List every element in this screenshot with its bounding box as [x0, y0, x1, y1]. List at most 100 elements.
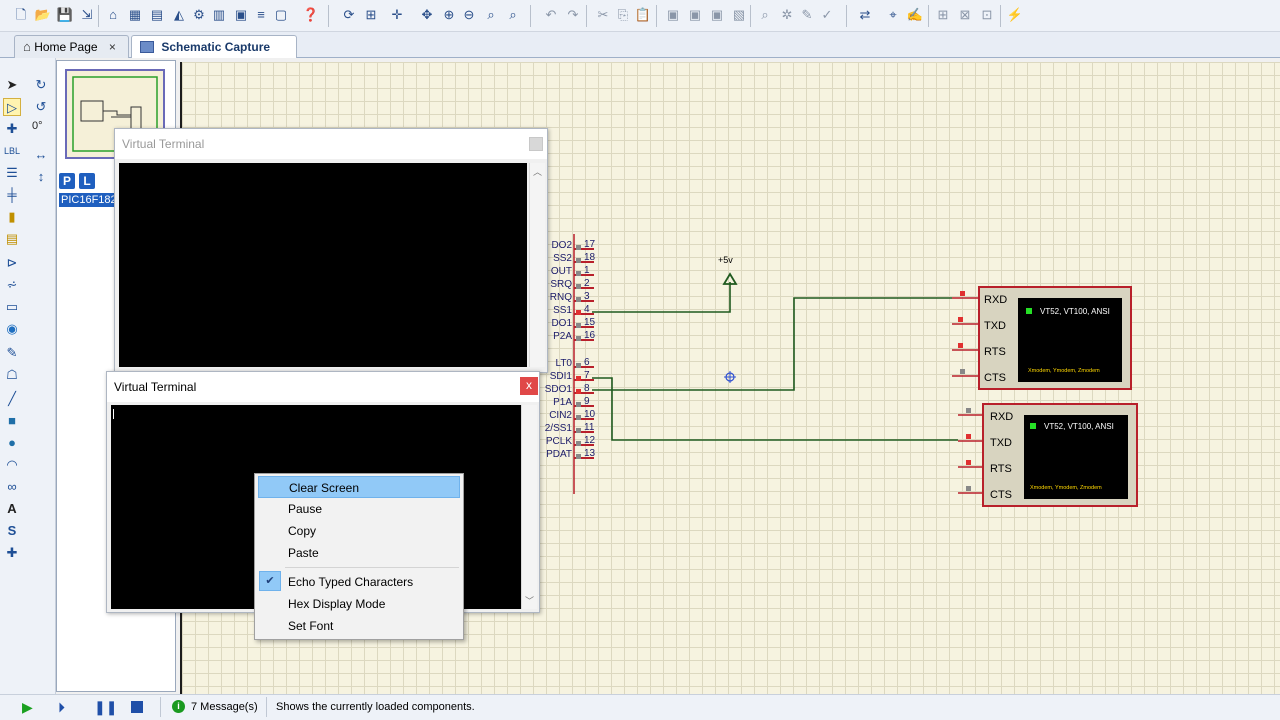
pick-devices-button[interactable]: P: [59, 173, 75, 189]
symbol-icon[interactable]: S: [3, 522, 21, 540]
toolbar-divider: [656, 5, 657, 27]
close-button[interactable]: x: [520, 377, 538, 395]
subcircuit-icon[interactable]: ▮: [3, 208, 21, 226]
home-icon: ⌂: [23, 39, 31, 54]
new-file-icon[interactable]: 🗋: [12, 6, 30, 24]
remove-sheet-icon[interactable]: ⊠: [956, 6, 974, 24]
device-pins-icon[interactable]: ⊳: [3, 254, 21, 272]
exit-to-parent-icon[interactable]: ⊡: [978, 6, 996, 24]
block-rotate-icon[interactable]: ▣: [708, 6, 726, 24]
refresh-icon[interactable]: ⟳: [340, 6, 358, 24]
zoom-in-icon[interactable]: ⊕: [440, 6, 458, 24]
menu-item-paste[interactable]: Paste: [258, 542, 460, 564]
closed-path-icon[interactable]: ∞: [3, 478, 21, 496]
bom-icon[interactable]: ▥: [210, 6, 228, 24]
decompose-icon[interactable]: ✓: [818, 6, 836, 24]
tab-schematic-capture[interactable]: Schematic Capture ×: [131, 35, 297, 76]
menu-item-echo-typed-characters[interactable]: Echo Typed Characters: [258, 571, 460, 593]
marker-icon[interactable]: ✚: [3, 544, 21, 562]
play-icon[interactable]: ▶: [22, 699, 33, 716]
redo-icon[interactable]: ↷: [564, 6, 582, 24]
zoom-out-icon[interactable]: ⊖: [460, 6, 478, 24]
undo-icon[interactable]: ↶: [542, 6, 560, 24]
electrical-rule-check-icon[interactable]: ⚡: [1006, 6, 1024, 24]
terminals-icon[interactable]: ▤: [3, 230, 21, 248]
zoom-area-icon[interactable]: ⌕: [504, 6, 522, 24]
search-tag-icon[interactable]: ⌖: [884, 6, 902, 24]
rotate-anticlockwise-icon[interactable]: ↺: [32, 98, 50, 116]
grid-toggle-icon[interactable]: ⊞: [362, 6, 380, 24]
gerber-icon[interactable]: ⚙: [190, 6, 208, 24]
pick-device-icon[interactable]: ⌕: [756, 6, 774, 24]
schematic-icon[interactable]: ▦: [126, 6, 144, 24]
wire-label-icon[interactable]: LBL: [3, 142, 21, 160]
menu-item-clear-screen[interactable]: Clear Screen: [258, 476, 460, 498]
tape-recorder-icon[interactable]: ▭: [3, 298, 21, 316]
text-icon[interactable]: A: [3, 500, 21, 518]
scroll-up-icon[interactable]: ︿: [533, 165, 542, 178]
mirror-x-icon[interactable]: ↔: [32, 146, 50, 164]
open-file-icon[interactable]: 📂: [34, 6, 52, 24]
line-icon[interactable]: ╱: [3, 390, 21, 408]
circle-icon[interactable]: ●: [3, 434, 21, 452]
paste-icon[interactable]: 📋: [634, 6, 652, 24]
property-assign-icon[interactable]: ✍: [906, 6, 924, 24]
buses-icon[interactable]: ╪: [3, 186, 21, 204]
menu-item-pause[interactable]: Pause: [258, 498, 460, 520]
vertical-scrollbar[interactable]: ﹀: [521, 405, 537, 609]
menu-item-set-font[interactable]: Set Font: [258, 615, 460, 637]
stop-icon[interactable]: [131, 701, 143, 713]
rotate-clockwise-icon[interactable]: ↻: [32, 76, 50, 94]
box-icon[interactable]: ■: [3, 412, 21, 430]
arc-icon[interactable]: ◠: [3, 456, 21, 474]
junction-dot-icon[interactable]: ✚: [3, 120, 21, 138]
new-sheet-icon[interactable]: ⊞: [934, 6, 952, 24]
terminal-output[interactable]: [119, 163, 527, 367]
package-tool-icon[interactable]: ✎: [798, 6, 816, 24]
message-count[interactable]: 7 Message(s): [191, 701, 258, 713]
graph-mode-icon[interactable]: ⩫: [3, 276, 21, 294]
zoom-all-icon[interactable]: ⌕: [482, 6, 500, 24]
netlist-icon[interactable]: ≡: [252, 6, 270, 24]
make-device-icon[interactable]: ✲: [778, 6, 796, 24]
mirror-y-icon[interactable]: ↕: [32, 168, 50, 186]
tab-home-page[interactable]: ⌂ Home Page ×: [14, 35, 129, 58]
vertical-scrollbar[interactable]: ︿: [529, 163, 545, 367]
notes-icon[interactable]: ▢: [272, 6, 290, 24]
status-divider: [160, 697, 161, 717]
block-delete-icon[interactable]: ▧: [730, 6, 748, 24]
scroll-down-icon[interactable]: ﹀: [525, 594, 534, 607]
menu-item-copy[interactable]: Copy: [258, 520, 460, 542]
pin-marker: [966, 434, 971, 439]
menu-item-hex-display-mode[interactable]: Hex Display Mode: [258, 593, 460, 615]
block-copy-icon[interactable]: ▣: [664, 6, 682, 24]
origin-icon[interactable]: ✛: [388, 6, 406, 24]
3d-view-icon[interactable]: ◭: [170, 6, 188, 24]
voltage-probe-icon[interactable]: ✎: [3, 344, 21, 362]
wire-autorouter-icon[interactable]: ⇄: [856, 6, 874, 24]
save-icon[interactable]: 💾: [56, 6, 74, 24]
selection-mode-icon[interactable]: ➤: [3, 76, 21, 94]
close-button[interactable]: [529, 137, 543, 151]
pin-marker: [960, 291, 965, 296]
rotation-angle: 0°: [32, 120, 43, 132]
home-icon[interactable]: ⌂: [104, 6, 122, 24]
step-icon[interactable]: ⏵: [58, 699, 65, 716]
cut-icon[interactable]: ✂: [594, 6, 612, 24]
source-code-icon[interactable]: ▣: [232, 6, 250, 24]
component-mode-icon[interactable]: ▷: [3, 98, 21, 116]
pause-icon[interactable]: ❚❚: [94, 699, 117, 716]
text-script-icon[interactable]: ☰: [3, 164, 21, 182]
help-icon[interactable]: ❓: [302, 6, 320, 24]
generator-icon[interactable]: ◉: [3, 320, 21, 338]
virtual-instruments-icon[interactable]: ☖: [3, 366, 21, 384]
library-manager-button[interactable]: L: [79, 173, 95, 189]
pan-icon[interactable]: ✥: [418, 6, 436, 24]
virtual-terminal-window[interactable]: Virtual Terminal ︿: [114, 128, 548, 373]
component-list-item[interactable]: PIC16F182: [59, 193, 117, 207]
copy-icon[interactable]: ⎘: [614, 6, 632, 24]
close-icon[interactable]: ×: [109, 40, 116, 54]
pcb-icon[interactable]: ▤: [148, 6, 166, 24]
import-icon[interactable]: ⇲: [78, 6, 96, 24]
block-move-icon[interactable]: ▣: [686, 6, 704, 24]
